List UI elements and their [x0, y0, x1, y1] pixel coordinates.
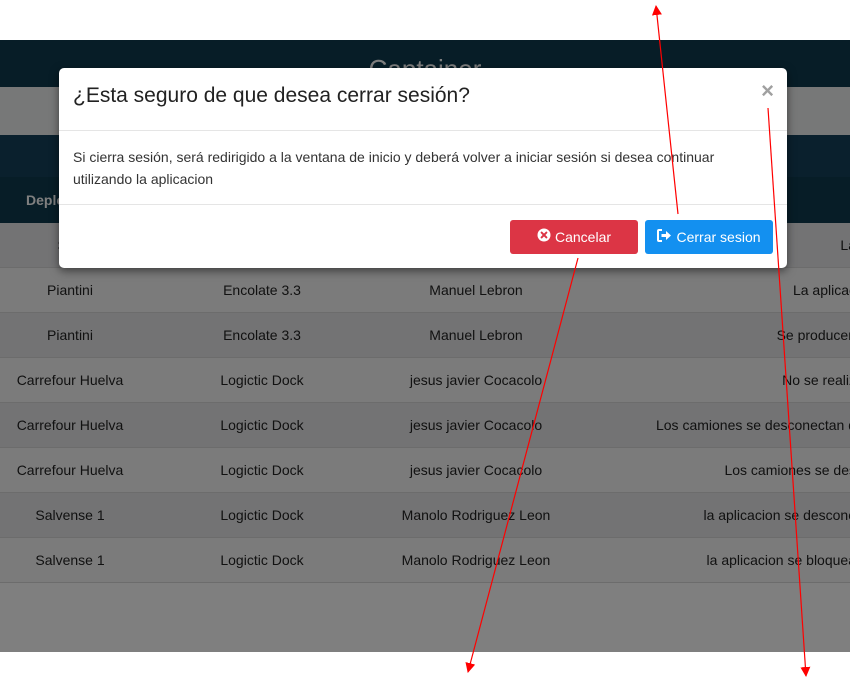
- modal-footer: Cancelar Cerrar sesion: [59, 206, 787, 268]
- logout-button[interactable]: Cerrar sesion: [645, 220, 773, 254]
- times-circle-icon: [537, 220, 551, 254]
- modal-title: ¿Esta seguro de que desea cerrar sesión?: [73, 84, 470, 107]
- modal-body: Si cierra sesión, será redirigido a la v…: [59, 131, 787, 205]
- logout-label: Cerrar sesion: [676, 229, 761, 245]
- modal-header: ¿Esta seguro de que desea cerrar sesión?…: [59, 68, 787, 131]
- logout-modal: ¿Esta seguro de que desea cerrar sesión?…: [59, 68, 787, 268]
- modal-message-line: utilizando la aplicacion: [73, 171, 214, 187]
- cancel-label: Cancelar: [554, 229, 612, 245]
- cancel-button[interactable]: Cancelar: [510, 220, 638, 254]
- sign-out-icon: [657, 220, 672, 254]
- modal-message-line: Si cierra sesión, será redirigido a la v…: [73, 149, 715, 165]
- close-icon[interactable]: ×: [761, 80, 774, 102]
